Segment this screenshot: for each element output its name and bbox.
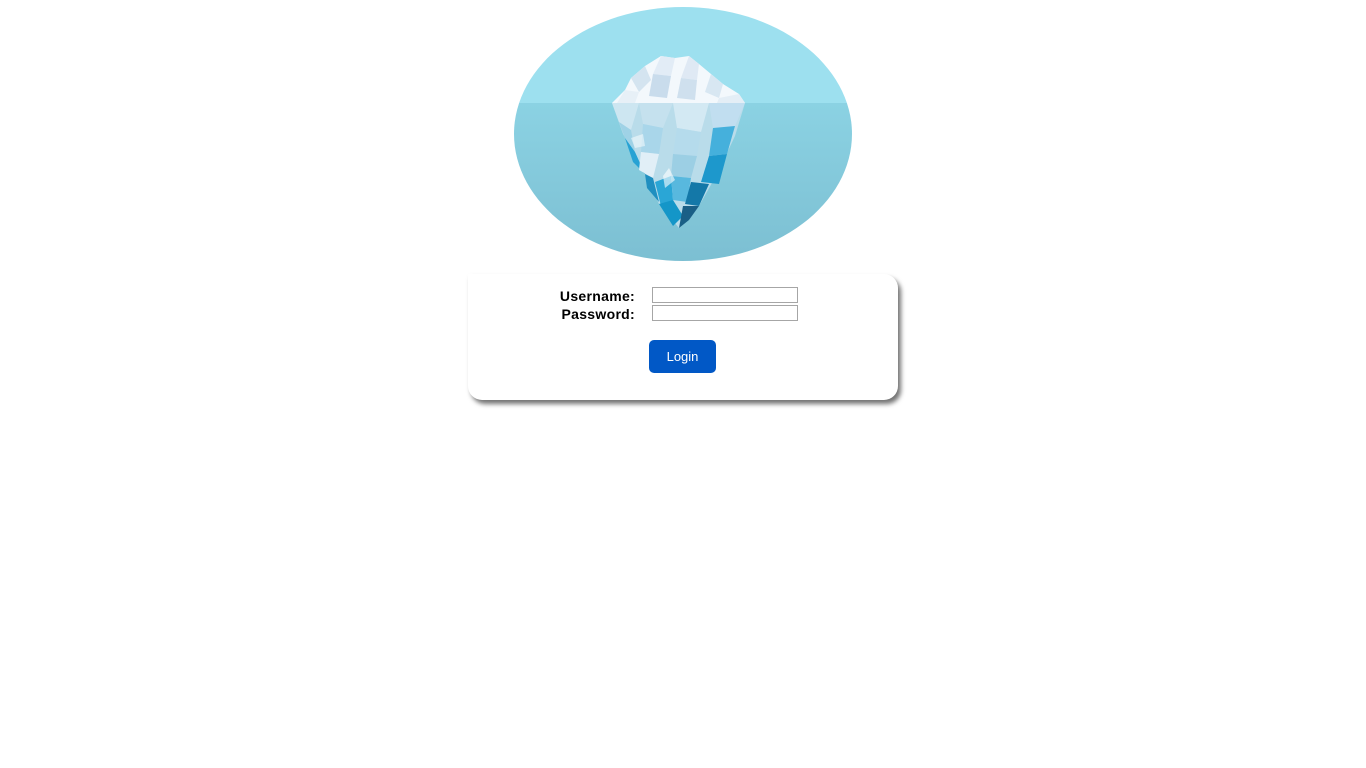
login-button[interactable]: Login: [649, 340, 716, 373]
username-input[interactable]: [652, 287, 798, 303]
username-label: Username:: [559, 288, 635, 304]
password-input[interactable]: [652, 305, 798, 321]
password-label: Password:: [561, 306, 635, 322]
login-page: Username: Password: Login: [0, 0, 1366, 768]
iceberg-logo: [514, 7, 852, 261]
password-row: Password:: [468, 305, 898, 323]
login-form: Username: Password: Login: [468, 274, 898, 400]
username-row: Username:: [468, 287, 898, 305]
iceberg-scene: [514, 7, 852, 261]
